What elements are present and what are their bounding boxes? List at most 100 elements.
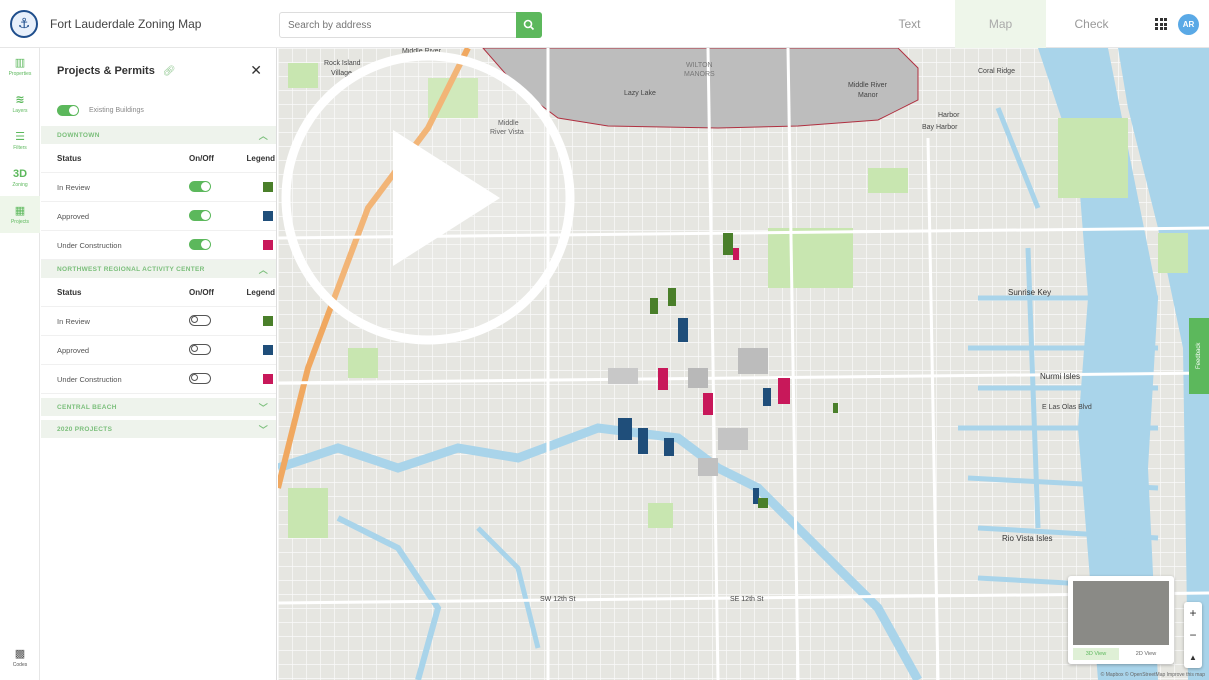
rail-item-projects[interactable]: ▦ Projects — [0, 196, 40, 233]
apps-grid-icon[interactable] — [1155, 18, 1167, 30]
view-tabs: Text Map Check — [864, 0, 1137, 48]
projects-panel: Projects & Permits 🔗︎ ✕ Existing Buildin… — [41, 48, 277, 680]
map-label: Bay Harbor — [922, 124, 958, 131]
view-2d-tab[interactable]: 2D View — [1123, 648, 1169, 660]
status-toggle[interactable] — [189, 180, 211, 192]
map-attribution[interactable]: © Mapbox © OpenStreetMap Improve this ma… — [1101, 672, 1205, 678]
table-row: Approved — [41, 336, 276, 365]
tab-text[interactable]: Text — [864, 0, 955, 48]
status-toggle[interactable] — [189, 209, 211, 221]
play-video-button[interactable] — [278, 48, 578, 348]
status-toggle[interactable] — [189, 238, 211, 250]
map-label: Manor — [858, 92, 878, 99]
satellite-thumbnail[interactable] — [1073, 581, 1169, 645]
status-toggle[interactable] — [189, 343, 211, 355]
status-label: In Review — [57, 316, 90, 326]
legend-swatch — [263, 211, 273, 221]
map-label: SW 12th St — [540, 596, 576, 603]
tab-map[interactable]: Map — [955, 0, 1046, 48]
legend-swatch — [263, 316, 273, 326]
filter-icon: ☰ — [15, 130, 25, 143]
chevron-up-icon: ︿ — [258, 130, 268, 141]
search-bar — [279, 12, 542, 38]
status-label: Under Construction — [57, 240, 122, 250]
col-onoff-header: On/Off — [189, 153, 214, 163]
map-label: Lazy Lake — [624, 90, 656, 97]
section-title: DOWNTOWN — [57, 131, 100, 139]
legend-swatch — [263, 345, 273, 355]
map-label: E Las Olas Blvd — [1042, 404, 1092, 411]
map-label: Coral Ridge — [978, 68, 1015, 75]
section-northwest-regional[interactable]: NORTHWEST REGIONAL ACTIVITY CENTER ︿ — [41, 260, 276, 278]
status-toggle[interactable] — [189, 372, 211, 384]
avatar[interactable]: AR — [1178, 14, 1199, 35]
col-status-header: Status — [57, 153, 82, 163]
existing-buildings-toggle[interactable] — [57, 104, 79, 116]
search-button[interactable] — [516, 12, 542, 38]
legend-swatch — [263, 240, 273, 250]
col-legend-header: Legend — [246, 287, 275, 297]
view-3d-tab[interactable]: 3D View — [1073, 648, 1119, 660]
building-icon: ▥ — [14, 56, 26, 69]
rail-item-properties[interactable]: ▥ Properties — [0, 48, 40, 85]
tab-check[interactable]: Check — [1046, 0, 1137, 48]
layers-icon: ≋ — [15, 93, 25, 106]
rail-label: Filters — [13, 144, 27, 151]
map-label: MANORS — [684, 71, 715, 78]
basemap-switcher[interactable]: 3D View 2D View — [1068, 576, 1174, 664]
section-downtown[interactable]: DOWNTOWN ︿ — [41, 126, 276, 144]
close-icon[interactable]: ✕ — [250, 62, 262, 79]
table-row: In Review — [41, 307, 276, 336]
table-row: In Review — [41, 173, 276, 202]
city-logo-icon[interactable]: ⚓ — [10, 9, 38, 38]
rail-label: Codes — [12, 662, 28, 668]
chevron-down-icon: ﹀ — [258, 424, 268, 435]
rail-item-layers[interactable]: ≋ Layers — [0, 85, 40, 122]
search-input[interactable] — [280, 13, 516, 37]
status-toggle[interactable] — [189, 314, 211, 326]
rail-item-codes[interactable]: ▩ Codes — [0, 648, 40, 678]
app-title: Fort Lauderdale Zoning Map — [50, 16, 202, 31]
top-bar: ⚓ Fort Lauderdale Zoning Map Text Map Ch… — [0, 0, 1209, 48]
panel-title: Projects & Permits — [57, 65, 155, 77]
map-label: SE 12th St — [730, 596, 764, 603]
zoom-controls: + − ▲ — [1184, 602, 1202, 668]
3d-icon: 3D — [12, 167, 28, 180]
status-label: In Review — [57, 182, 90, 192]
existing-buildings-row: Existing Buildings — [41, 94, 276, 126]
col-onoff-header: On/Off — [189, 287, 214, 297]
section-2020-projects[interactable]: 2020 PROJECTS ﹀ — [41, 420, 276, 438]
status-label: Approved — [57, 211, 90, 221]
section-title: CENTRAL BEACH — [57, 403, 117, 411]
table-row: Under Construction — [41, 365, 276, 394]
status-label: Approved — [57, 345, 90, 355]
panel-header: Projects & Permits 🔗︎ ✕ — [41, 48, 276, 94]
table-row: Under Construction — [41, 231, 276, 260]
chevron-down-icon: ﹀ — [258, 402, 268, 413]
section-title: 2020 PROJECTS — [57, 425, 113, 433]
map-label: WILTON — [686, 62, 713, 69]
map-canvas[interactable]: Middle River Rock Island Village WILTON … — [278, 48, 1209, 680]
zoom-in-button[interactable]: + — [1184, 602, 1202, 624]
chevron-up-icon: ︿ — [258, 264, 268, 275]
feedback-tab[interactable]: Feedback — [1189, 318, 1209, 394]
rail-label: Properties — [8, 70, 32, 77]
search-icon — [523, 19, 535, 31]
rail-item-zoning[interactable]: 3D Zoning — [0, 159, 40, 196]
rail-item-filters[interactable]: ☰ Filters — [0, 122, 40, 159]
rail-label: Projects — [10, 218, 30, 225]
legend-swatch — [263, 374, 273, 384]
table-header: Status On/Off Legend — [41, 144, 276, 173]
section-central-beach[interactable]: CENTRAL BEACH ﹀ — [41, 398, 276, 416]
left-rail: ▥ Properties ≋ Layers ☰ Filters 3D Zonin… — [0, 48, 40, 680]
link-icon[interactable]: 🔗︎ — [163, 66, 176, 77]
compass-button[interactable]: ▲ — [1184, 646, 1202, 668]
rail-label: Layers — [12, 107, 28, 114]
section-title: NORTHWEST REGIONAL ACTIVITY CENTER — [57, 265, 205, 273]
col-status-header: Status — [57, 287, 82, 297]
map-label: Rio Vista Isles — [1002, 534, 1053, 543]
map-label: Nurmi Isles — [1040, 372, 1081, 381]
rail-label: Zoning — [12, 181, 28, 188]
zoom-out-button[interactable]: − — [1184, 624, 1202, 646]
map-label: Harbor — [938, 112, 960, 119]
